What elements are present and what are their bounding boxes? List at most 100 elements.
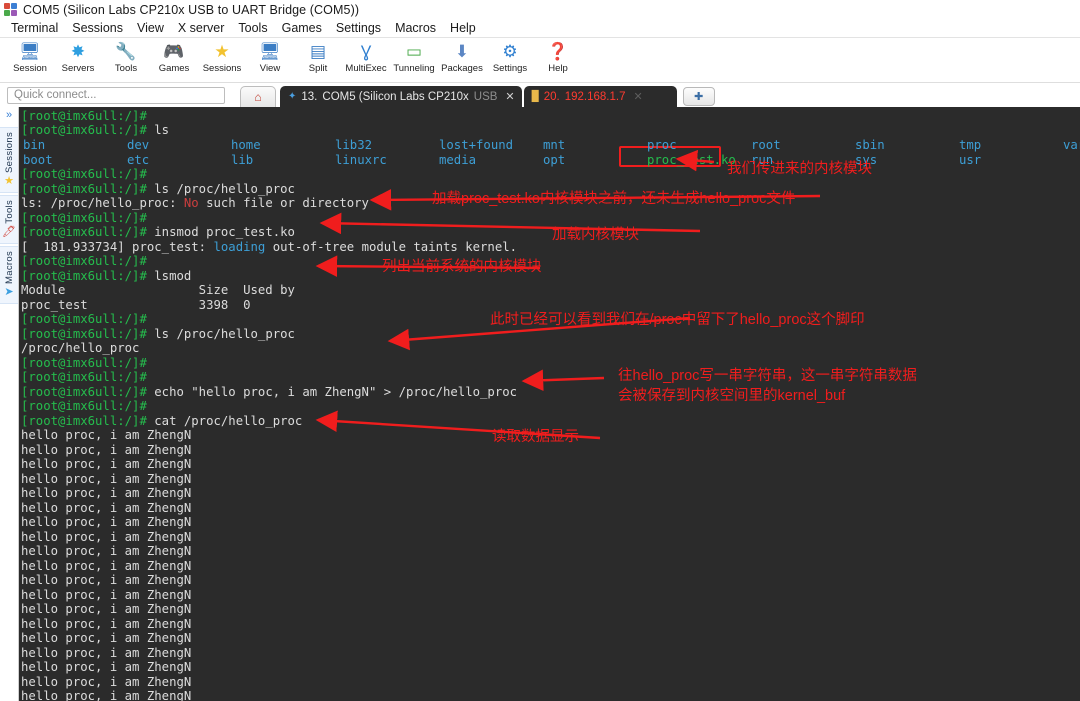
terminal-text: cat /proc/hello_proc	[154, 414, 303, 428]
terminal-text: [root@imx6ull:/]#	[21, 370, 155, 384]
toolbar-button-tools[interactable]: 🔧 Tools	[102, 40, 150, 75]
sidebar-item-label: Tools	[3, 199, 15, 224]
quickconnect-tabs-row: Quick connect... ⌂ ✦ 13. COM5 (Silicon L…	[0, 83, 1080, 107]
toolbar-button-sessions[interactable]: ★ Sessions	[198, 40, 246, 75]
terminal-text: echo "hello proc, i am ZhengN" > /proc/h…	[154, 385, 518, 399]
terminal-text: hello proc, i am ZhengN	[21, 457, 192, 471]
terminal-line: [root@imx6ull:/]# lsmod	[21, 269, 191, 284]
toolbar-button-view[interactable]: 🖥 View	[246, 40, 294, 75]
toolbar-button-session[interactable]: 🖥 Session	[6, 40, 54, 75]
terminal-line: hello proc, i am ZhengN	[21, 472, 191, 487]
terminal-line: [root@imx6ull:/]#	[21, 399, 154, 414]
new-tab-button[interactable]: ✚	[682, 87, 715, 106]
menu-item-help[interactable]: Help	[443, 20, 483, 36]
home-icon: ⌂	[254, 90, 262, 104]
terminal-line: hello proc, i am ZhengN	[21, 486, 191, 501]
menu-item-settings[interactable]: Settings	[329, 20, 388, 36]
terminal-line: hello proc, i am ZhengN	[21, 573, 191, 588]
ssh-icon: █	[531, 91, 539, 102]
left-sidebar: » Sessions ★ Tools 🖊 Macros ➤	[0, 107, 19, 701]
terminal-text: [root@imx6ull:/]#	[21, 182, 155, 196]
note-write-string-2: 会被保存到内核空间里的kernel_buf	[618, 388, 846, 404]
tab-com5[interactable]: ✦ 13. COM5 (Silicon Labs CP210x USB ✕	[280, 86, 522, 107]
terminal-text: hello proc, i am ZhengN	[21, 602, 192, 616]
multiexec-icon: Ɣ	[360, 41, 372, 61]
terminal-ls-entry: etc	[127, 153, 150, 167]
terminal-text: [ 181.933734] proc_test:	[21, 240, 214, 254]
toolbar-button-games[interactable]: 🎮 Games	[150, 40, 198, 75]
terminal-line: [root@imx6ull:/]# ls /proc/hello_proc	[21, 327, 295, 342]
terminal-ls-entry: media	[439, 153, 477, 167]
toolbar-button-help[interactable]: ❓ Help	[534, 40, 582, 75]
toolbar-button-settings[interactable]: ⚙ Settings	[486, 40, 534, 75]
terminal-ls-entry: proc_test.ko	[647, 153, 736, 167]
menu-item-sessions[interactable]: Sessions	[65, 20, 130, 36]
note-kernel-module-transferred: 我们传进来的内核模块	[727, 161, 872, 177]
chevron-double-right-icon[interactable]: »	[6, 110, 12, 121]
terminal-line: [root@imx6ull:/]# ls	[21, 123, 169, 138]
quick-connect-placeholder: Quick connect...	[14, 89, 97, 101]
terminal-text: hello proc, i am ZhengN	[21, 559, 192, 573]
terminal-text: [root@imx6ull:/]#	[21, 123, 155, 137]
terminal-text: [root@imx6ull:/]#	[21, 225, 155, 239]
terminal-line: [root@imx6ull:/]#	[21, 370, 154, 385]
quick-connect-field[interactable]: Quick connect...	[7, 86, 225, 104]
sidebar-item-macros[interactable]: Macros ➤	[0, 245, 18, 304]
terminal-text: lsmod	[154, 269, 192, 283]
menu-item-terminal[interactable]: Terminal	[4, 20, 65, 36]
toolbar-button-packages[interactable]: ⬇ Packages	[438, 40, 486, 75]
tab-com5-suffix: USB	[473, 90, 498, 103]
terminal-text: insmod proc_test.ko	[154, 225, 295, 239]
menu-item-macros[interactable]: Macros	[388, 20, 443, 36]
split-icon: ▤	[309, 41, 327, 61]
terminal-line: hello proc, i am ZhengN	[21, 660, 191, 675]
tab-com5-label: 13.	[301, 90, 318, 103]
terminal-ls-entry: lib32	[335, 138, 373, 152]
terminal-text: such file or directory	[198, 196, 369, 210]
terminal-text: hello proc, i am ZhengN	[21, 443, 192, 457]
terminal-line: [root@imx6ull:/]# echo "hello proc, i am…	[21, 385, 517, 400]
toolbar-button-label: View	[259, 63, 281, 74]
menu-item-x-server[interactable]: X server	[171, 20, 232, 36]
sidebar-item-tools[interactable]: Tools 🖊	[0, 194, 18, 244]
terminal-line: hello proc, i am ZhengN	[21, 559, 191, 574]
view-icon: 🖥	[259, 41, 281, 61]
wrench-icon: 🖊	[2, 225, 16, 238]
terminal-text: [root@imx6ull:/]#	[21, 385, 155, 399]
terminal-text: loading	[213, 240, 266, 254]
menu-item-view[interactable]: View	[130, 20, 171, 36]
terminal-line: [root@imx6ull:/]#	[21, 312, 154, 327]
terminal-line: [root@imx6ull:/]# ls /proc/hello_proc	[21, 182, 295, 197]
toolbar-button-tunneling[interactable]: ▭ Tunneling	[390, 40, 438, 75]
tab-strip: ⌂ ✦ 13. COM5 (Silicon Labs CP210x USB ✕ …	[240, 83, 1080, 107]
games-icon: 🎮	[163, 41, 185, 61]
tab-com5-name: COM5 (Silicon Labs CP210x	[322, 90, 469, 103]
terminal-text: hello proc, i am ZhengN	[21, 631, 192, 645]
terminal-text: [root@imx6ull:/]#	[21, 356, 155, 370]
tab-192-168-1-7[interactable]: █ 20. 192.168.1.7 ✕	[523, 86, 677, 107]
terminal-ls-entry: bin	[23, 138, 46, 152]
sidebar-item-sessions[interactable]: Sessions ★	[0, 127, 18, 193]
terminal-line: proc_test 3398 0	[21, 298, 251, 313]
tab-com5-close-icon[interactable]: ✕	[505, 90, 514, 103]
toolbar-button-split[interactable]: ▤ Split	[294, 40, 342, 75]
menu-item-tools[interactable]: Tools	[231, 20, 274, 36]
star-icon: ★	[4, 174, 14, 187]
toolbar-button-servers[interactable]: ✸ Servers	[54, 40, 102, 75]
note-before-insmod: 加载proc_test.ko内核模块之前，还未生成hello_proc文件	[432, 191, 796, 207]
terminal-line: hello proc, i am ZhengN	[21, 530, 191, 545]
terminal-line: hello proc, i am ZhengN	[21, 588, 191, 603]
tab-192-close-icon[interactable]: ✕	[634, 90, 643, 103]
settings-gear-icon: ⚙	[502, 41, 518, 61]
toolbar-button-multiexec[interactable]: Ɣ MultiExec	[342, 40, 390, 75]
terminal-ls-entry: root	[751, 138, 781, 152]
terminal-text: hello proc, i am ZhengN	[21, 544, 192, 558]
note-lsmod: 列出当前系统的内核模块	[382, 259, 542, 275]
terminal-text: [root@imx6ull:/]#	[21, 109, 155, 123]
terminal-text: Module Size Used by	[21, 283, 295, 297]
toolbar-button-label: Servers	[61, 63, 95, 74]
terminal-text: hello proc, i am ZhengN	[21, 530, 192, 544]
packages-icon: ⬇	[454, 41, 470, 61]
home-tab[interactable]: ⌂	[240, 86, 276, 107]
menu-item-games[interactable]: Games	[275, 20, 329, 36]
